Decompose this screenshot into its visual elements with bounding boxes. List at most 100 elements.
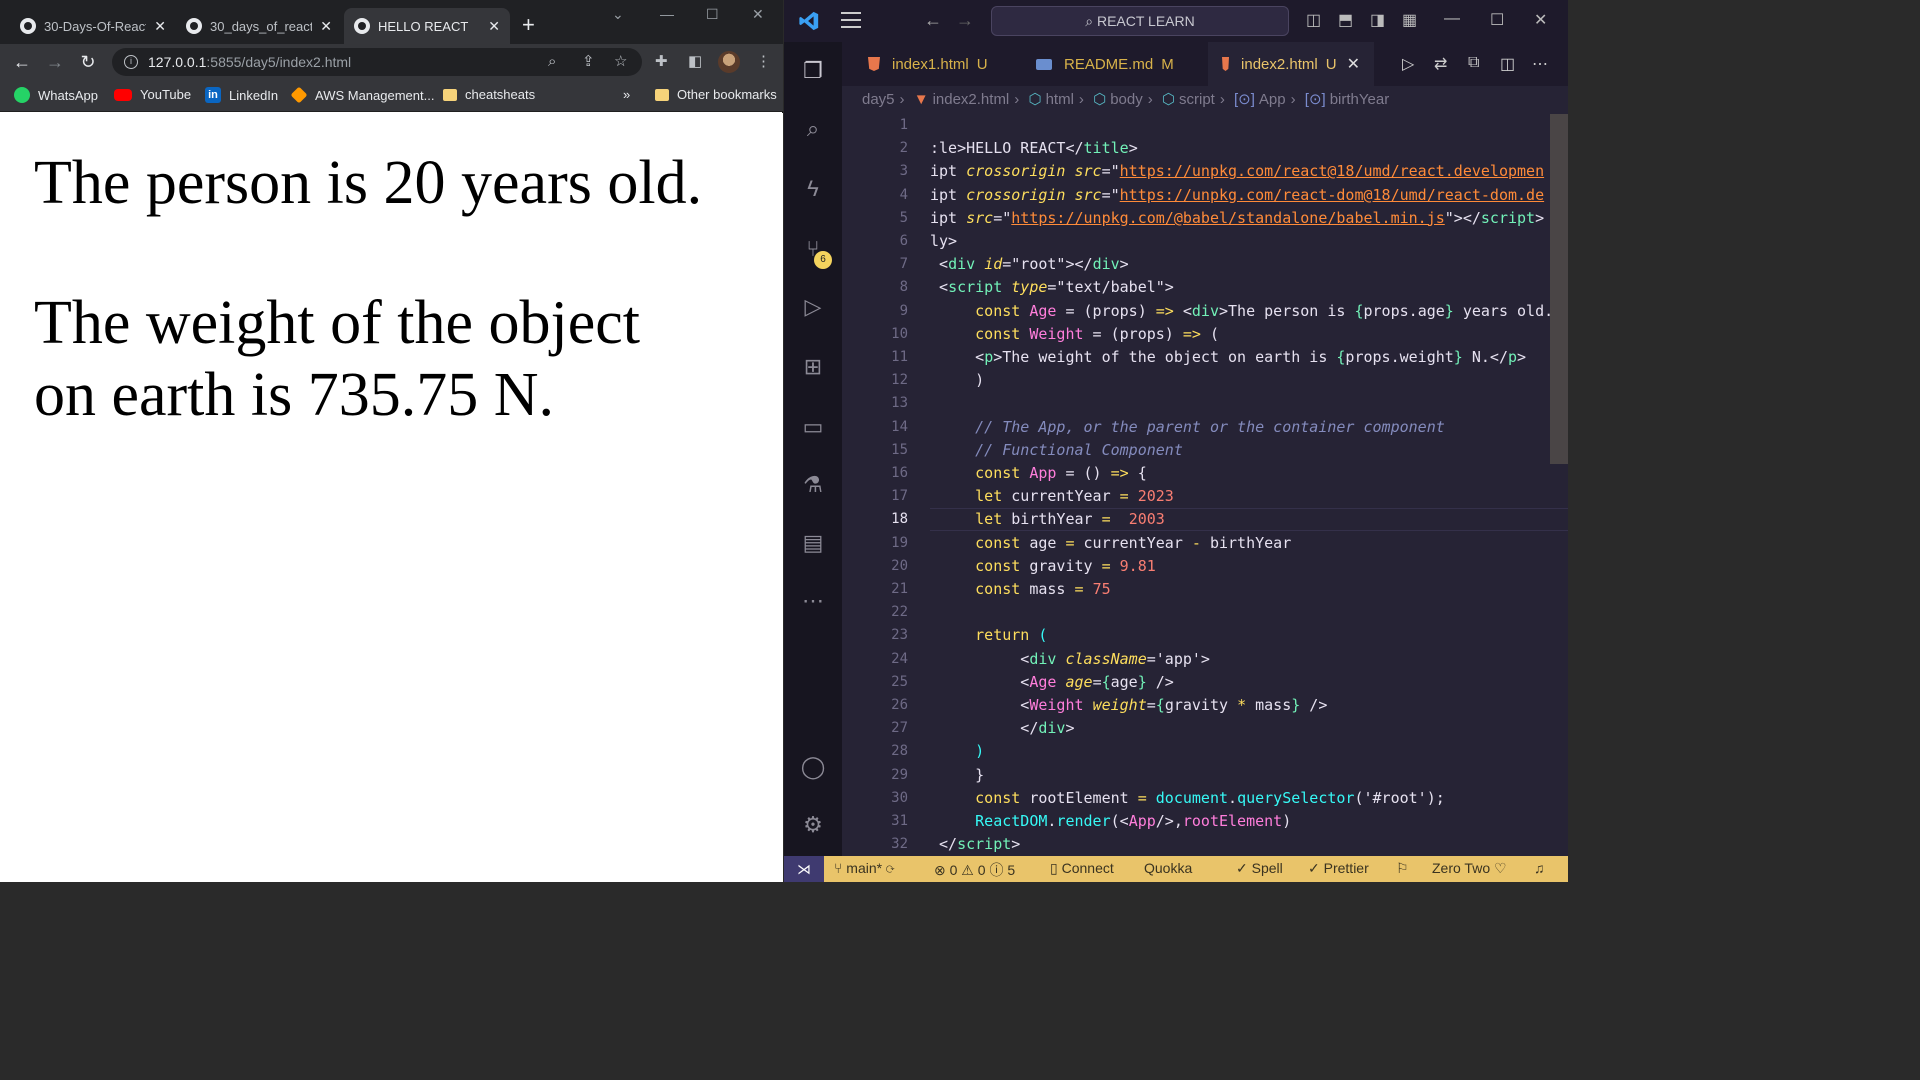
account-icon[interactable]: ◯ (798, 752, 828, 782)
code-line[interactable]: ipt crossorigin src="https://unpkg.com/r… (930, 184, 1544, 207)
back-icon[interactable]: ← (924, 10, 942, 31)
code-editor[interactable]: 1 2 3 4 5 6 7 8 9 10 11 12 13 14 15 16 1… (842, 114, 1568, 856)
back-icon[interactable]: ← (10, 50, 34, 74)
settings-gear-icon[interactable]: ⚙ (798, 810, 828, 840)
split-editor-icon[interactable]: ◫ (1500, 54, 1515, 74)
code-line[interactable]: const gravity = 9.81 (930, 555, 1156, 578)
code-line[interactable]: <div className='app'> (930, 648, 1210, 671)
breadcrumb-file[interactable]: index2.html (933, 91, 1010, 108)
code-line[interactable]: const age = currentYear - birthYear (930, 532, 1291, 555)
bookmark-star-icon[interactable]: ☆ (614, 54, 627, 70)
run-icon[interactable]: ▷ (1402, 54, 1414, 74)
search-icon[interactable]: ⌕ (798, 114, 828, 144)
command-center-search[interactable]: ⌕ REACT LEARN (991, 6, 1289, 36)
prettier-button[interactable]: ✓ Prettier (1308, 860, 1369, 877)
vertical-scrollbar[interactable] (1550, 114, 1568, 464)
code-line[interactable]: } (930, 764, 984, 787)
code-line[interactable]: <p>The weight of the object on earth is … (930, 346, 1526, 369)
forward-icon[interactable]: → (43, 50, 67, 74)
breadcrumb-html[interactable]: html (1046, 91, 1074, 108)
more-actions-icon[interactable]: ⋯ (1532, 54, 1548, 74)
code-line[interactable]: ) (930, 369, 984, 392)
profile-avatar[interactable] (718, 51, 740, 73)
compare-changes-icon[interactable]: ⇄ (1434, 54, 1447, 74)
reload-icon[interactable]: ↻ (76, 50, 100, 74)
code-line[interactable]: <script type="text/babel"> (930, 276, 1174, 299)
code-line[interactable]: </script> (930, 833, 1020, 856)
code-line[interactable]: <Age age={age} /> (930, 671, 1174, 694)
problems-indicator[interactable]: ⊗ 0 ⚠ 0 ⓘ 5 (934, 860, 1015, 880)
close-window-icon[interactable]: ✕ (752, 6, 764, 23)
extensions-icon[interactable]: ⊞ (798, 352, 828, 382)
close-tab-icon[interactable]: ✕ (320, 18, 332, 35)
bookmark-youtube[interactable]: YouTube (114, 87, 191, 102)
toggle-panel-icon[interactable]: ⬒ (1338, 10, 1353, 30)
breadcrumb-body[interactable]: body (1110, 91, 1143, 108)
share-icon[interactable]: ⇪ (582, 54, 595, 70)
extensions-icon[interactable]: ✚ (655, 54, 668, 70)
bookmarks-overflow[interactable]: » (623, 87, 630, 102)
code-line[interactable]: ipt crossorigin src="https://unpkg.com/r… (930, 160, 1544, 183)
bookmark-whatsapp[interactable]: WhatsApp (14, 87, 98, 103)
other-bookmarks[interactable]: Other bookmarks (655, 87, 777, 102)
connect-button[interactable]: ▯ Connect (1050, 860, 1114, 877)
code-line[interactable]: <div id="root"></div> (930, 253, 1129, 276)
remote-indicator-icon[interactable]: ⋊ (784, 856, 824, 882)
close-tab-icon[interactable]: ✕ (154, 18, 166, 35)
address-bar[interactable]: i 127.0.0.1:5855/day5/index2.html (112, 48, 642, 76)
code-line[interactable]: :le>HELLO REACT</title> (930, 137, 1138, 160)
tab-index2-html[interactable]: index2.html U ✕ (1208, 42, 1374, 86)
chevron-down-icon[interactable]: ⌄ (612, 6, 624, 23)
close-tab-icon[interactable]: ✕ (488, 18, 500, 35)
quokka-button[interactable]: Quokka (1144, 860, 1192, 876)
code-line[interactable]: // Functional Component (930, 439, 1183, 462)
code-line[interactable]: <Weight weight={gravity * mass} /> (930, 694, 1327, 717)
code-line[interactable]: const Age = (props) => <div>The person i… (930, 300, 1553, 323)
close-tab-icon[interactable]: ✕ (1347, 54, 1360, 74)
run-debug-icon[interactable]: ▷ (798, 292, 828, 322)
bookmark-linkedin[interactable]: in LinkedIn (205, 87, 278, 103)
code-line[interactable]: return ( (930, 624, 1047, 647)
tab-readme-md[interactable]: README.md M (1022, 42, 1202, 86)
site-info-icon[interactable]: i (124, 55, 138, 69)
hamburger-menu-icon[interactable] (841, 12, 861, 28)
notebook-icon[interactable]: ▤ (798, 528, 828, 558)
tab-index1-html[interactable]: index1.html U (854, 42, 1022, 86)
menu-dots-icon[interactable]: ⋮ (756, 54, 771, 70)
code-line[interactable]: ReactDOM.render(<App/>,rootElement) (930, 810, 1291, 833)
theme-indicator[interactable]: Zero Two ♡ (1432, 860, 1507, 877)
open-preview-icon[interactable]: ⧉ (1468, 54, 1479, 72)
close-window-icon[interactable]: ✕ (1534, 10, 1547, 30)
code-line[interactable]: ) (930, 740, 984, 763)
git-branch[interactable]: ⑂ main* ⟳ (834, 860, 894, 876)
breadcrumb-folder[interactable]: day5 (862, 91, 895, 108)
minimize-icon[interactable]: — (1444, 10, 1460, 28)
code-line[interactable]: ly> (930, 230, 957, 253)
spell-button[interactable]: ✓ Spell (1236, 860, 1283, 877)
notifications-bell-icon[interactable]: ♫ (1534, 860, 1545, 876)
browser-tab-active[interactable]: HELLO REACT ✕ (344, 8, 510, 44)
breadcrumb-birthyear[interactable]: birthYear (1330, 91, 1390, 108)
toggle-secondary-sidebar-icon[interactable]: ◨ (1370, 10, 1385, 30)
code-line[interactable]: const rootElement = document.querySelect… (930, 787, 1445, 810)
lightning-icon[interactable]: ϟ (798, 174, 828, 204)
maximize-icon[interactable]: ☐ (1490, 10, 1504, 30)
customize-layout-icon[interactable]: ▦ (1402, 10, 1417, 30)
zoom-icon[interactable]: ⌕ (548, 54, 556, 70)
code-line[interactable]: </div> (930, 717, 1074, 740)
breadcrumb-script[interactable]: script (1179, 91, 1215, 108)
code-line[interactable]: const Weight = (props) => ( (930, 323, 1219, 346)
more-icon[interactable]: ⋯ (798, 586, 828, 616)
bookmark-cheatsheats[interactable]: cheatsheats (443, 87, 535, 102)
side-panel-icon[interactable]: ◧ (688, 54, 702, 70)
code-line[interactable]: let currentYear = 2023 (930, 485, 1174, 508)
bookmark-aws[interactable]: AWS Management... (290, 86, 434, 104)
minimize-icon[interactable]: — (660, 6, 674, 22)
code-line[interactable]: let birthYear = 2003 (930, 508, 1165, 531)
code-line[interactable]: const App = () => { (930, 462, 1147, 485)
browser-tab-2[interactable]: 30_days_of_react/c ✕ (176, 8, 342, 44)
toggle-sidebar-icon[interactable]: ◫ (1306, 10, 1321, 30)
breadcrumb-app[interactable]: App (1259, 91, 1286, 108)
code-line[interactable]: const mass = 75 (930, 578, 1110, 601)
testing-flask-icon[interactable]: ⚗ (798, 470, 828, 500)
